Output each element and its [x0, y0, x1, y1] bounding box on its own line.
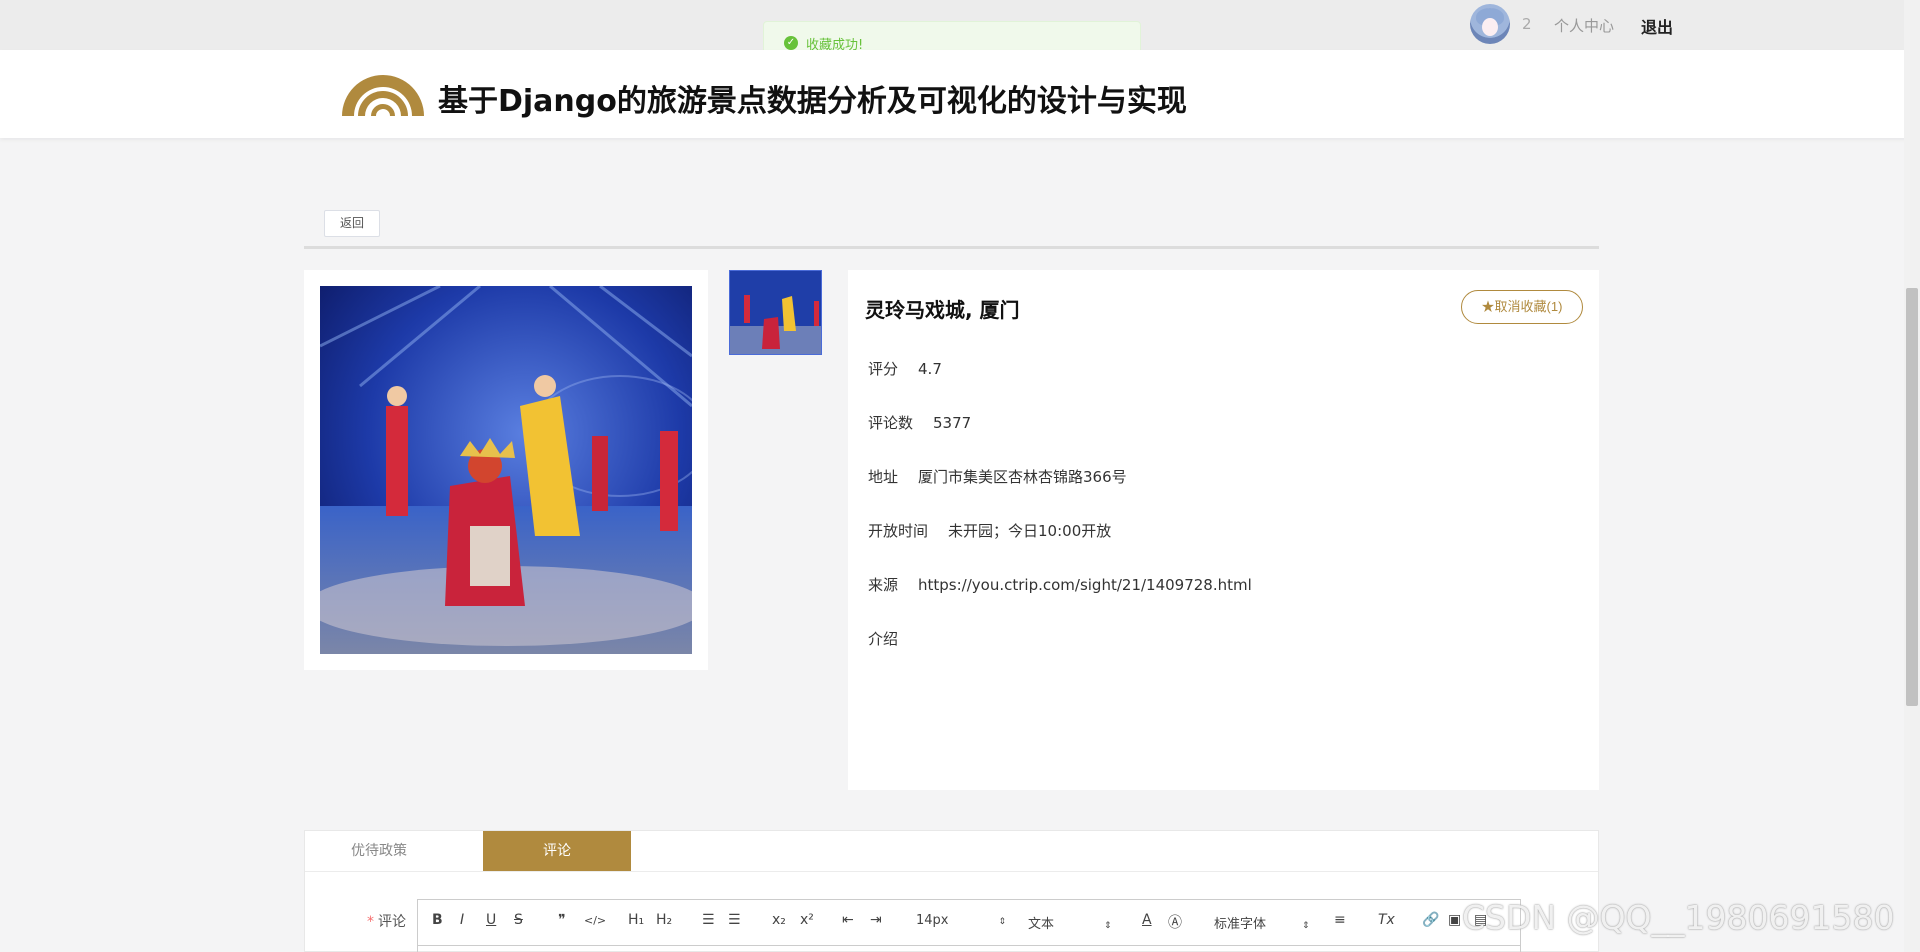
- user-avatar[interactable]: [1470, 4, 1510, 44]
- site-logo: [342, 75, 424, 116]
- superscript-button[interactable]: x²: [800, 912, 814, 928]
- address-label: 地址: [868, 468, 899, 486]
- comment-count-label: 评论数: [868, 414, 914, 432]
- scrollbar-thumb[interactable]: [1906, 288, 1918, 706]
- source-label: 来源: [868, 576, 899, 594]
- intro-row: 介绍: [868, 628, 918, 649]
- source-link[interactable]: https://you.ctrip.com/sight/21/1409728.h…: [918, 576, 1252, 594]
- intro-label: 介绍: [868, 630, 899, 648]
- font-color-icon[interactable]: A: [1142, 912, 1152, 928]
- indent-icon[interactable]: ⇥: [870, 912, 882, 928]
- background-color-icon[interactable]: Ⓐ: [1168, 912, 1182, 932]
- site-title: 基于Django的旅游景点数据分析及可视化的设计与实现: [438, 84, 1187, 119]
- rating-row: 评分 4.7: [868, 358, 942, 379]
- sight-name: 灵玲马戏城, 厦门: [865, 298, 1020, 322]
- code-button[interactable]: </>: [584, 914, 606, 927]
- strike-button[interactable]: S: [514, 912, 523, 928]
- thumbnail-image[interactable]: [729, 270, 822, 355]
- main-photo: [320, 286, 692, 654]
- site-header: 基于Django的旅游景点数据分析及可视化的设计与实现: [0, 50, 1920, 138]
- comment-count-value: 5377: [933, 414, 972, 432]
- avatar-face: [1482, 18, 1498, 36]
- watermark-text: CSDN @QQ__1980691580: [1462, 898, 1895, 937]
- section-divider: [304, 246, 1599, 249]
- h2-button[interactable]: H₂: [656, 912, 672, 928]
- logout-link[interactable]: 退出: [1641, 14, 1673, 38]
- tab-comments[interactable]: 评论: [483, 831, 631, 871]
- check-icon: ✓: [784, 36, 798, 50]
- rating-value: 4.7: [918, 360, 942, 378]
- format-select[interactable]: 文本 ⇕: [1028, 913, 1112, 932]
- tabs-panel: 优待政策 评论 * 评论 B I U S ❞ </> H₁ H₂ ☰ ☰ x₂ x…: [304, 830, 1599, 952]
- font-value: 标准字体: [1214, 917, 1267, 932]
- user-number: 2: [1522, 15, 1532, 33]
- editor-toolbar: B I U S ❞ </> H₁ H₂ ☰ ☰ x₂ x² ⇤ ⇥ 14px ⇕ …: [418, 900, 1520, 946]
- subscript-button[interactable]: x₂: [772, 912, 786, 928]
- clear-format-button[interactable]: Tx: [1378, 912, 1395, 928]
- underline-button[interactable]: U: [486, 912, 496, 928]
- image-icon[interactable]: ▣: [1448, 912, 1461, 928]
- open-time-label: 开放时间: [868, 522, 929, 540]
- rating-label: 评分: [868, 360, 899, 378]
- h1-button[interactable]: H₁: [628, 912, 644, 928]
- user-center-link[interactable]: 个人中心: [1554, 15, 1614, 36]
- open-time-value: 未开园；今日10:00开放: [948, 522, 1112, 540]
- align-icon[interactable]: ≡: [1334, 912, 1346, 928]
- size-value: 14px: [916, 913, 949, 928]
- comment-field-label: * 评论: [367, 911, 406, 931]
- size-select[interactable]: 14px ⇕: [916, 913, 1006, 928]
- sight-info-card: 灵玲马戏城, 厦门 ★取消收藏(1) 评分 4.7 评论数 5377 地址 厦门市集美…: [848, 270, 1599, 790]
- comment-count-row: 评论数 5377: [868, 412, 971, 433]
- address-row: 地址 厦门市集美区杏林杏锦路366号: [868, 466, 1127, 487]
- circus-scene-thumb: [730, 271, 821, 354]
- main-photo-card: [304, 270, 708, 670]
- tab-policy[interactable]: 优待政策: [305, 831, 453, 871]
- italic-button[interactable]: I: [460, 912, 464, 928]
- open-time-row: 开放时间 未开园；今日10:00开放: [868, 520, 1111, 541]
- comment-editor[interactable]: B I U S ❞ </> H₁ H₂ ☰ ☰ x₂ x² ⇤ ⇥ 14px ⇕ …: [417, 899, 1521, 952]
- ordered-list-icon[interactable]: ☰: [702, 912, 715, 928]
- font-select[interactable]: 标准字体 ⇕: [1214, 913, 1310, 932]
- format-value: 文本: [1028, 917, 1055, 932]
- bold-button[interactable]: B: [432, 912, 443, 928]
- address-value: 厦门市集美区杏林杏锦路366号: [918, 468, 1127, 486]
- required-mark: *: [367, 914, 374, 930]
- source-row: 来源 https://you.ctrip.com/sight/21/1409728…: [868, 574, 1252, 595]
- quote-button[interactable]: ❞: [558, 912, 566, 928]
- back-button[interactable]: 返回: [324, 210, 380, 237]
- outdent-icon[interactable]: ⇤: [842, 912, 854, 928]
- unfavorite-button[interactable]: ★取消收藏(1): [1461, 290, 1583, 324]
- link-icon[interactable]: 🔗: [1422, 912, 1439, 928]
- circus-scene-image: [320, 286, 692, 654]
- bullet-list-icon[interactable]: ☰: [728, 912, 741, 928]
- tabs-divider: [305, 871, 1598, 872]
- comment-label-text: 评论: [378, 914, 406, 930]
